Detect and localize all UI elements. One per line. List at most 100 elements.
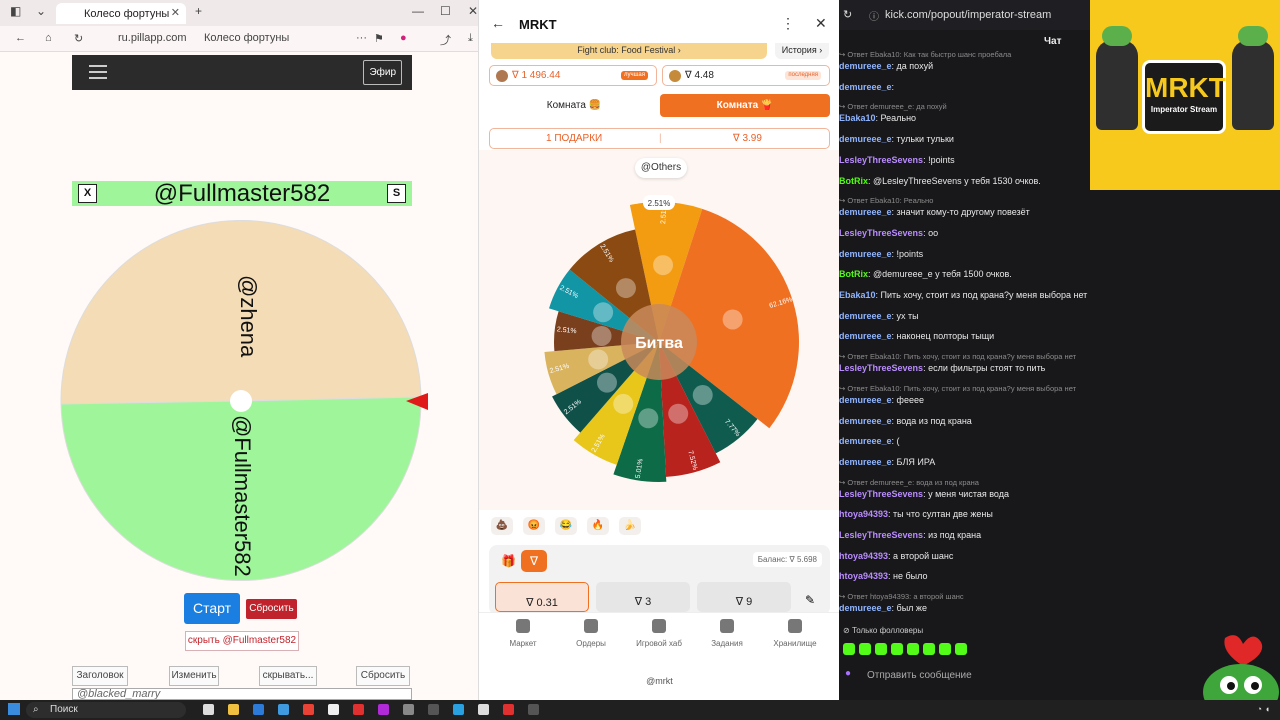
bet-option-1[interactable]: ∇ 0.31: [495, 582, 589, 612]
gift-icon[interactable]: 🎁: [501, 554, 516, 568]
chat-username[interactable]: demureee_e: [839, 416, 892, 426]
app-icon[interactable]: [403, 704, 414, 715]
close-icon[interactable]: ✕: [171, 6, 180, 19]
hide-many-button[interactable]: скрывать...: [259, 666, 317, 686]
history-button[interactable]: История ›: [775, 43, 829, 59]
emote-icon[interactable]: [891, 643, 903, 655]
emote-icon[interactable]: [939, 643, 951, 655]
chat-username[interactable]: demureee_e: [839, 311, 892, 321]
chat-username[interactable]: demureee_e: [839, 603, 892, 613]
fortune-wheel[interactable]: @zhena @Fullmaster582: [60, 220, 430, 584]
nav-orders[interactable]: Ордеры: [556, 619, 626, 648]
nav-market[interactable]: Маркет: [488, 619, 558, 648]
room-tab-burger[interactable]: Комната 🍔: [489, 94, 659, 117]
others-pill[interactable]: @Others: [635, 158, 687, 178]
chat-username[interactable]: demureee_e: [839, 61, 892, 71]
reaction-angry[interactable]: 😡: [523, 517, 545, 535]
hide-name-button[interactable]: скрыть @Fullmaster582: [185, 631, 299, 651]
close-window-icon[interactable]: ✕: [468, 4, 478, 18]
bet-option-3[interactable]: ∇ 9: [697, 582, 791, 612]
chat-username[interactable]: demureee_e: [839, 436, 892, 446]
bet-option-2[interactable]: ∇ 3: [596, 582, 690, 612]
chevron-down-icon[interactable]: ⌄: [36, 4, 46, 18]
chat-username[interactable]: LesleyThreeSevens: [839, 363, 923, 373]
chat-username[interactable]: BotRix: [839, 269, 868, 279]
battle-wheel[interactable]: 2.51%62.16%7.77%7.52%5.01%2.51%2.51%2.51…: [479, 180, 840, 510]
chat-username[interactable]: demureee_e: [839, 331, 892, 341]
chat-username[interactable]: demureee_e: [839, 207, 892, 217]
emote-icon[interactable]: [843, 643, 855, 655]
reaction-banana[interactable]: 🍌: [619, 517, 641, 535]
emote-icon[interactable]: [859, 643, 871, 655]
new-tab-icon[interactable]: +: [195, 4, 202, 18]
chat-username[interactable]: demureee_e: [839, 249, 892, 259]
app-icon[interactable]: [378, 704, 389, 715]
close-icon[interactable]: ✕: [815, 15, 827, 32]
chrome-icon[interactable]: [303, 704, 314, 715]
extension-icon[interactable]: ●: [400, 32, 407, 44]
more-vertical-icon[interactable]: ⋮: [781, 15, 795, 32]
edge-icon[interactable]: [253, 704, 264, 715]
chat-username[interactable]: Ebaka10: [839, 113, 876, 123]
chat-username[interactable]: demureee_e: [839, 457, 892, 467]
reload-icon[interactable]: ↻: [74, 32, 83, 45]
chat-username[interactable]: demureee_e: [839, 134, 892, 144]
names-textarea[interactable]: @blacked_marry: [72, 688, 412, 700]
nav-storage[interactable]: Хранилище: [760, 619, 830, 648]
yandex-icon[interactable]: [353, 704, 364, 715]
app-icon[interactable]: [328, 704, 339, 715]
chat-username[interactable]: LesleyThreeSevens: [839, 228, 923, 238]
app-icon[interactable]: [478, 704, 489, 715]
volume-icon[interactable]: ◖: [1265, 704, 1270, 714]
taskbar-search[interactable]: ⌕ Поиск: [26, 702, 186, 718]
yandex-browser-icon[interactable]: [503, 704, 514, 715]
store-icon[interactable]: [278, 704, 289, 715]
reaction-fire[interactable]: 🔥: [587, 517, 609, 535]
edit-button[interactable]: Изменить: [169, 666, 219, 686]
bookmark-icon[interactable]: ⚑: [374, 32, 384, 45]
sidebar-toggle-icon[interactable]: ◧: [10, 4, 21, 18]
s-button[interactable]: S: [387, 184, 406, 203]
menu-icon[interactable]: [89, 65, 107, 79]
chat-username[interactable]: Ebaka10: [839, 290, 876, 300]
chat-username[interactable]: BotRix: [839, 176, 868, 186]
ton-icon[interactable]: ∇: [521, 550, 547, 572]
event-banner[interactable]: Fight club: Food Festival ›: [491, 43, 767, 59]
reaction-laugh[interactable]: 😂: [555, 517, 577, 535]
start-button[interactable]: Старт: [184, 593, 240, 624]
edit-icon[interactable]: ✎: [805, 593, 815, 607]
chat-username[interactable]: LesleyThreeSevens: [839, 489, 923, 499]
chat-username[interactable]: demureee_e: [839, 82, 892, 92]
mic-icon[interactable]: ●: [845, 668, 851, 679]
nav-game-hub[interactable]: Игровой хаб: [624, 619, 694, 648]
chat-username[interactable]: htoya94393: [839, 571, 888, 581]
reaction-poop[interactable]: 💩: [491, 517, 513, 535]
reset-button-red[interactable]: Сбросить: [246, 599, 297, 619]
explorer-icon[interactable]: [228, 704, 239, 715]
reload-icon[interactable]: ↻: [843, 8, 852, 21]
x-button[interactable]: X: [78, 184, 97, 203]
efir-button[interactable]: Эфир: [363, 60, 402, 85]
chat-username[interactable]: LesleyThreeSevens: [839, 155, 923, 165]
minimize-icon[interactable]: —: [412, 4, 424, 18]
chat-username[interactable]: LesleyThreeSevens: [839, 530, 923, 540]
task-view-icon[interactable]: [203, 704, 214, 715]
emote-icon[interactable]: [907, 643, 919, 655]
back-arrow-icon[interactable]: ←: [491, 15, 505, 31]
emote-icon[interactable]: [923, 643, 935, 655]
windows-icon[interactable]: [8, 703, 20, 715]
chat-url[interactable]: kick.com/popout/imperator-stream: [885, 9, 1051, 21]
home-icon[interactable]: ⌂: [45, 32, 52, 44]
share-icon[interactable]: ⤴: [440, 32, 451, 48]
reset-button[interactable]: Сбросить: [356, 666, 410, 686]
tab-wheel[interactable]: Колесо фортуны ✕: [56, 3, 186, 24]
wifi-icon[interactable]: ◔: [1257, 704, 1262, 714]
title-button[interactable]: Заголовок: [72, 666, 128, 686]
chat-username[interactable]: htoya94393: [839, 509, 888, 519]
emote-icon[interactable]: [955, 643, 967, 655]
url-field[interactable]: ru.pillapp.com: [118, 32, 186, 44]
download-icon[interactable]: ⤓: [468, 32, 473, 45]
room-tab-fries[interactable]: Комната 🍟: [660, 94, 830, 117]
emote-icon[interactable]: [875, 643, 887, 655]
more-icon[interactable]: ···: [356, 32, 367, 44]
